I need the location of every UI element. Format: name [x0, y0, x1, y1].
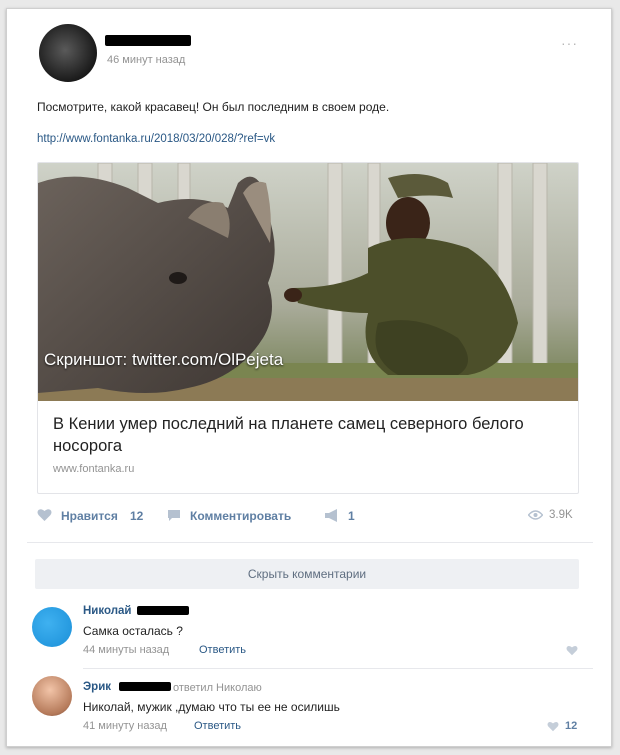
author-surname-redacted[interactable] — [137, 606, 189, 615]
author-avatar[interactable] — [39, 24, 97, 82]
comment-icon[interactable] — [167, 509, 181, 522]
comment-author[interactable]: Эрик — [83, 681, 111, 693]
share-icon[interactable] — [324, 509, 340, 522]
hide-comments-button[interactable]: Скрыть комментарии — [35, 559, 579, 589]
photo-caption: Скриншот: twitter.com/OlPejeta — [44, 350, 284, 369]
post-frame: 46 минут назад ··· Посмотрите, какой кра… — [6, 8, 612, 747]
comment-time[interactable]: 44 минуты назад — [83, 644, 169, 656]
views-count: 3.9K — [549, 509, 573, 521]
comment-divider — [83, 668, 593, 669]
post-time[interactable]: 46 минут назад — [107, 54, 185, 66]
more-options-icon[interactable]: ··· — [561, 35, 578, 51]
comment-time[interactable]: 41 минуту назад — [83, 720, 167, 732]
comment-author[interactable]: Николай — [83, 605, 132, 617]
comment-button[interactable]: Комментировать — [190, 509, 291, 523]
like-button[interactable]: Нравится — [61, 509, 118, 523]
comment-like-count: 12 — [565, 720, 578, 732]
comment-avatar[interactable] — [32, 607, 72, 647]
reply-to-label[interactable]: ответил Николаю — [173, 682, 262, 694]
eye-icon — [528, 510, 543, 520]
share-count: 1 — [348, 509, 355, 523]
divider — [27, 542, 593, 543]
comment-text: Николай, мужик ,думаю что ты ее не осили… — [83, 700, 340, 714]
card-domain: www.fontanka.ru — [53, 463, 135, 475]
reply-button[interactable]: Ответить — [194, 720, 241, 732]
author-name-redacted[interactable] — [105, 35, 191, 46]
comment-text: Самка осталась ? — [83, 624, 183, 638]
heart-icon[interactable] — [37, 508, 52, 522]
comment-avatar[interactable] — [32, 676, 72, 716]
link-card[interactable]: Скриншот: twitter.com/OlPejeta В Кении у… — [37, 162, 579, 494]
post-text: Посмотрите, какой красавец! Он был после… — [37, 100, 390, 114]
comment-heart-icon[interactable] — [566, 645, 578, 656]
like-count: 12 — [130, 509, 144, 523]
post-link[interactable]: http://www.fontanka.ru/2018/03/20/028/?r… — [37, 133, 275, 145]
reply-button[interactable]: Ответить — [199, 644, 246, 656]
comment-heart-icon[interactable] — [547, 721, 559, 732]
author-surname-redacted[interactable] — [119, 682, 171, 691]
card-title[interactable]: В Кении умер последний на планете самец … — [53, 413, 553, 457]
